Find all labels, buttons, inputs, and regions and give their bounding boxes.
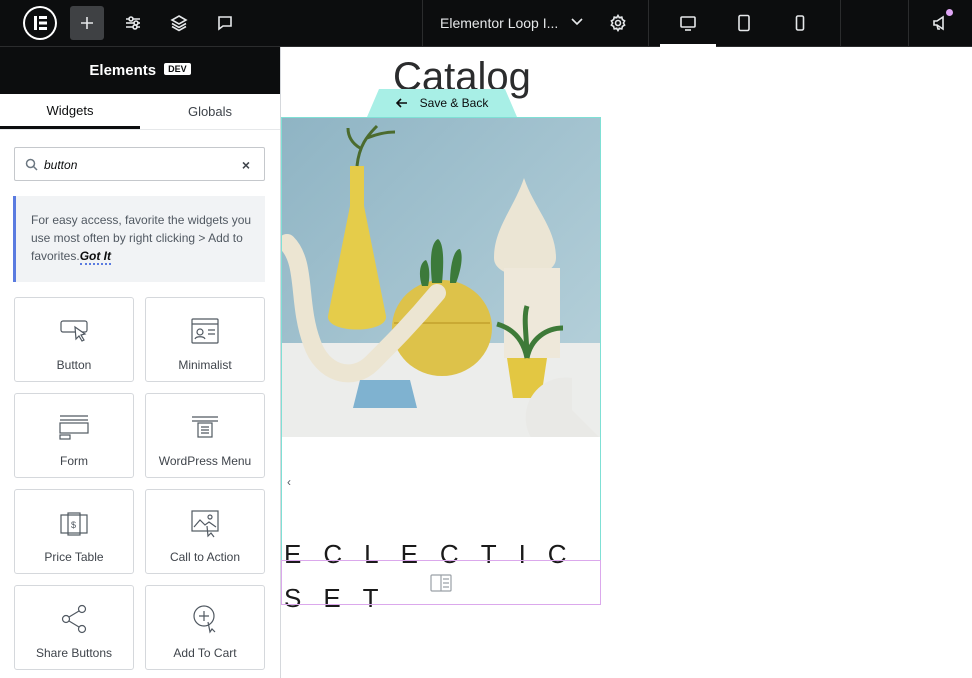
structure-button[interactable] (162, 6, 196, 40)
favorites-tip: For easy access, favorite the widgets yo… (13, 196, 265, 282)
widget-label: Add To Cart (173, 646, 237, 660)
search-icon (25, 158, 38, 171)
widget-price-table[interactable]: $ Price Table (14, 489, 134, 574)
widget-label: Call to Action (169, 550, 241, 564)
layers-icon (170, 15, 188, 32)
elementor-logo-icon[interactable] (23, 6, 57, 40)
widget-button[interactable]: Button (14, 297, 134, 382)
arrow-left-icon (395, 98, 407, 108)
tip-text: For easy access, favorite the widgets yo… (31, 213, 252, 263)
widget-form[interactable]: Form (14, 393, 134, 478)
save-and-back-label: Save & Back (419, 96, 489, 110)
dev-badge: DEV (164, 62, 191, 75)
widget-label: Share Buttons (35, 646, 113, 660)
elements-panel: Elements DEV Widgets Globals × For easy … (0, 47, 281, 678)
widget-label: Button (56, 358, 92, 372)
panel-header: Elements DEV (0, 47, 280, 94)
widget-share-buttons[interactable]: Share Buttons (14, 585, 134, 670)
divider (648, 0, 649, 47)
add-element-button[interactable] (70, 6, 104, 40)
comment-icon (218, 16, 232, 31)
desktop-view-button[interactable] (671, 6, 705, 40)
call-to-action-icon (191, 510, 219, 538)
form-icon (59, 415, 89, 440)
divider (422, 0, 423, 47)
panel-title: Elements (89, 62, 157, 79)
document-title[interactable]: Elementor Loop I... (440, 15, 558, 31)
mobile-view-button[interactable] (783, 6, 817, 40)
panel-tabs: Widgets Globals (0, 94, 280, 130)
widget-minimalist[interactable]: Minimalist (145, 297, 265, 382)
wordpress-menu-icon (192, 416, 218, 438)
divider (908, 0, 909, 47)
panel-collapse-toggle[interactable]: ‹ (282, 460, 296, 504)
product-image (282, 118, 600, 437)
top-bar: Elementor Loop I... (0, 0, 972, 47)
tablet-icon (738, 14, 750, 32)
editor-canvas[interactable]: Catalog ‹ ECLECTIC SET Save & Back (281, 47, 972, 678)
desktop-icon (680, 16, 696, 31)
notification-dot (946, 9, 953, 16)
widget-label: Form (60, 454, 88, 468)
empty-container[interactable] (281, 560, 601, 605)
price-table-icon: $ (60, 512, 88, 536)
sliders-icon (126, 16, 140, 30)
share-icon (61, 604, 87, 634)
svg-text:$: $ (71, 520, 76, 530)
widget-add-to-cart[interactable]: Add To Cart (145, 585, 265, 670)
tab-widgets[interactable]: Widgets (0, 94, 140, 129)
tablet-view-button[interactable] (727, 6, 761, 40)
gear-icon (610, 14, 626, 32)
add-to-cart-icon (193, 605, 216, 634)
tab-globals[interactable]: Globals (140, 94, 280, 129)
button-icon (60, 320, 88, 342)
widget-label: WordPress Menu (158, 454, 252, 468)
widget-search: × (14, 147, 265, 181)
divider (840, 0, 841, 47)
widget-label: Minimalist (178, 358, 232, 372)
mobile-icon (795, 15, 805, 31)
widget-label: Price Table (44, 550, 104, 564)
widget-wordpress-menu[interactable]: WordPress Menu (145, 393, 265, 478)
clear-search-icon[interactable]: × (242, 157, 250, 173)
notes-button[interactable] (208, 6, 242, 40)
widgets-grid: Button Minimalist Form WordPress Menu $ … (14, 297, 266, 670)
container-placeholder-icon (430, 573, 452, 592)
got-it-link[interactable]: Got It (79, 249, 112, 265)
save-and-back-button[interactable]: Save & Back (367, 89, 517, 117)
site-settings-button[interactable] (116, 6, 150, 40)
minimalist-icon (191, 318, 219, 344)
chevron-down-icon[interactable] (568, 13, 586, 31)
widget-call-to-action[interactable]: Call to Action (145, 489, 265, 574)
megaphone-icon (933, 15, 944, 31)
loop-item-container[interactable]: ‹ ECLECTIC SET (281, 117, 601, 613)
plus-icon (81, 17, 93, 29)
search-input[interactable] (44, 155, 234, 175)
page-settings-button[interactable] (601, 6, 635, 40)
